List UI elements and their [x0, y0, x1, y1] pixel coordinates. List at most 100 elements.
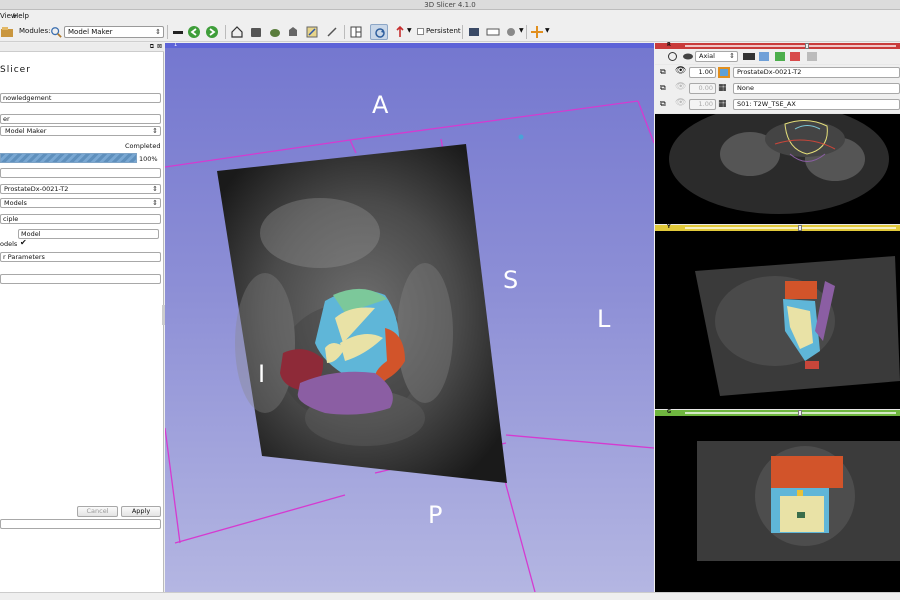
- toolbar-separator: [526, 25, 527, 39]
- apply-button[interactable]: Apply: [121, 506, 161, 517]
- fit-to-window-icon[interactable]: [758, 51, 770, 62]
- eye-icon[interactable]: 👁: [675, 66, 686, 76]
- acknowledgement-section[interactable]: nowledgement: [0, 93, 161, 103]
- eye-icon[interactable]: [682, 51, 694, 62]
- view-orientation-select[interactable]: Axial ⇕: [695, 51, 738, 62]
- chevron-updown-icon: ⇕: [152, 127, 158, 135]
- volume-icon[interactable]: [718, 67, 730, 78]
- joint-models-label: odels: [0, 240, 18, 248]
- input-volume-value: ProstateDx-0021-T2: [4, 185, 69, 193]
- models-select[interactable]: Models ⇕: [0, 198, 161, 208]
- grid-icon[interactable]: ▦: [718, 83, 727, 93]
- foreground-opacity[interactable]: 1.00: [689, 67, 716, 78]
- io-section[interactable]: [0, 168, 161, 178]
- toolbar-separator: [225, 25, 226, 39]
- module-select-value: Model Maker: [5, 127, 47, 135]
- persistent-toggle[interactable]: Persistent: [417, 27, 461, 35]
- label-row: ⧉ 👁 0.00 ▦ None: [655, 81, 900, 97]
- module-selector-value: Model Maker: [68, 28, 113, 36]
- home-icon[interactable]: [230, 25, 244, 39]
- search-icon[interactable]: [50, 25, 62, 39]
- python-console-icon[interactable]: [486, 25, 500, 39]
- orientation-posterior: P: [428, 501, 443, 529]
- toolbar-separator: [462, 25, 463, 39]
- eye-icon[interactable]: 👁: [675, 98, 686, 108]
- editor-icon[interactable]: [305, 25, 319, 39]
- module-selector[interactable]: Model Maker ⇕: [64, 26, 164, 38]
- background-opacity[interactable]: 1.00: [689, 99, 716, 110]
- ruler-icon[interactable]: [325, 25, 339, 39]
- fiducial-icon[interactable]: [530, 25, 544, 39]
- orientation-anterior: A: [372, 91, 389, 119]
- extension-manager-icon[interactable]: [505, 25, 519, 39]
- link-icon[interactable]: ⧉: [660, 83, 666, 93]
- chevron-down-icon[interactable]: ▼: [519, 27, 524, 34]
- cursor-marker: [518, 134, 524, 140]
- forward-arrow-icon[interactable]: [205, 25, 219, 39]
- load-dicom-icon[interactable]: [268, 25, 282, 39]
- link-icon[interactable]: [667, 51, 678, 62]
- mouse-mode-button[interactable]: [370, 24, 388, 40]
- crosshair-arrow-icon[interactable]: [393, 25, 407, 39]
- screenshot-icon[interactable]: [467, 25, 481, 39]
- module-select[interactable]: Model Maker ⇕: [0, 126, 161, 136]
- persistent-checkbox[interactable]: [417, 27, 424, 35]
- lightbox-icon[interactable]: [806, 51, 818, 62]
- background-volume-select[interactable]: S01: T2W_TSE_AX: [733, 99, 900, 110]
- menu-help[interactable]: Help: [13, 10, 29, 22]
- joint-models-checkbox[interactable]: ✔: [20, 238, 27, 247]
- green-slice-view[interactable]: [655, 416, 900, 592]
- link-icon[interactable]: ⧉: [660, 67, 666, 77]
- link-icon[interactable]: ⧉: [660, 99, 666, 109]
- parameters-section[interactable]: er: [0, 114, 161, 124]
- float-icon[interactable]: ⧉: [150, 43, 154, 51]
- load-data-icon[interactable]: [249, 25, 263, 39]
- green-slice-slider[interactable]: [685, 412, 896, 414]
- chevron-down-icon[interactable]: ▼: [407, 27, 412, 34]
- menu-bar: View Help: [0, 10, 900, 22]
- rotate-icon: [375, 28, 385, 38]
- status-bar: [0, 592, 900, 600]
- input-volume-select[interactable]: ProstateDx-0021-T2 ⇕: [0, 184, 161, 194]
- cancel-button[interactable]: Cancel: [77, 506, 118, 517]
- save-icon[interactable]: [286, 25, 300, 39]
- progress-percent: 100%: [139, 155, 158, 163]
- close-icon[interactable]: ⊠: [157, 43, 162, 50]
- yellow-slice-image: [695, 256, 900, 396]
- data-module-icon[interactable]: [0, 25, 14, 39]
- reformat-icon[interactable]: [789, 51, 801, 62]
- slice-visibility-icon[interactable]: [743, 52, 755, 61]
- yellow-slice-tag: Y: [667, 224, 671, 230]
- red-slice-view[interactable]: [655, 114, 900, 224]
- eye-icon[interactable]: 👁: [675, 82, 686, 92]
- chevron-updown-icon: ⇕: [155, 28, 161, 36]
- modules-label: Modules:: [19, 27, 51, 35]
- foreground-volume-select[interactable]: ProstateDx-0021-T2: [733, 67, 900, 78]
- principle-section[interactable]: ciple: [0, 214, 161, 224]
- output-field[interactable]: [0, 274, 161, 284]
- yellow-slice-view[interactable]: [655, 231, 900, 409]
- chevron-down-icon[interactable]: ▼: [545, 27, 550, 34]
- toolbar-separator: [344, 25, 345, 39]
- layout-icon[interactable]: [349, 25, 363, 39]
- chevron-updown-icon: ⇕: [152, 199, 158, 207]
- progress-bar: [0, 153, 137, 163]
- module-list-icon[interactable]: [171, 25, 185, 39]
- slice-controller-row: Axial ⇕: [655, 49, 900, 64]
- status-field: [0, 519, 161, 529]
- window-title: 3D Slicer 4.1.0: [424, 1, 476, 9]
- view-orientation-value: Axial: [699, 52, 715, 60]
- principle-label: ciple: [3, 215, 19, 223]
- label-outline-icon[interactable]: [774, 51, 786, 62]
- back-arrow-icon[interactable]: [187, 25, 201, 39]
- yellow-slice-slider[interactable]: [685, 227, 896, 229]
- advanced-parameters-section[interactable]: r Parameters: [0, 252, 161, 262]
- model-name-value: Model: [21, 230, 41, 238]
- 3d-view[interactable]: 1 A S L I P: [165, 43, 654, 592]
- acknowledgement-label: nowledgement: [3, 94, 52, 102]
- model-name-input[interactable]: Model: [18, 229, 159, 239]
- label-volume-select[interactable]: None: [733, 83, 900, 94]
- label-opacity[interactable]: 0.00: [689, 83, 716, 94]
- red-slice-slider[interactable]: [685, 45, 896, 47]
- grid-icon[interactable]: ▦: [718, 99, 727, 109]
